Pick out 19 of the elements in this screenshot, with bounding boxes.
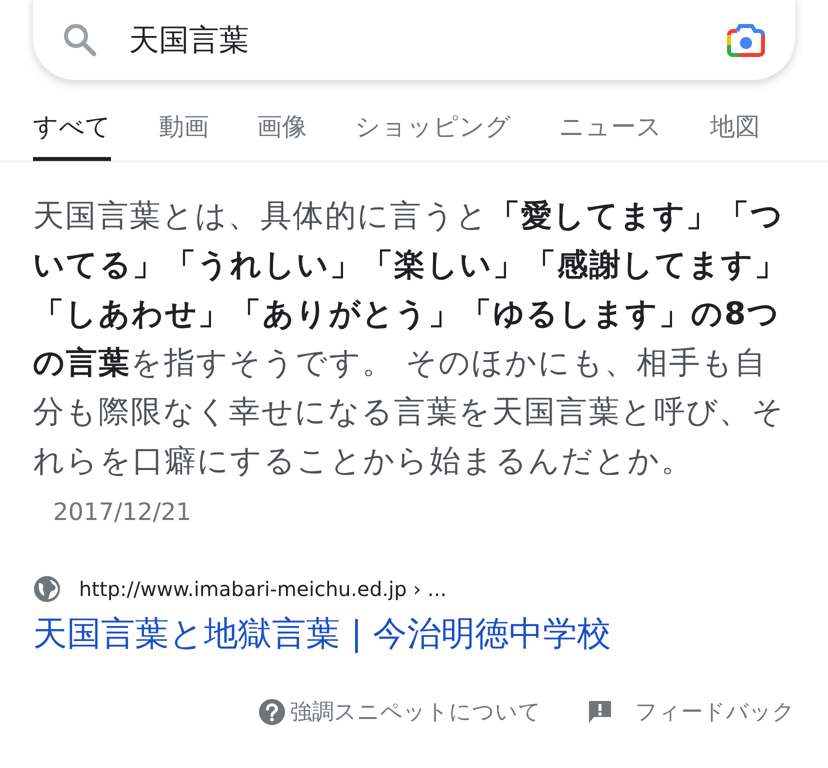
result-url: http://www.imabari-meichu.ed.jp › ... bbox=[79, 577, 447, 601]
snippet-text: 天国言葉とは、具体的に言うと「愛してます」「ついてる」「うれしい」「楽しい」「感謝してます」「しあわせ」「ありがとう」「ゆるします」の8つの言葉を指すそうです。 そのほかにも、相手も自分も際限なく幸せになる言葉を天国言葉と呼び、それらを口癖にすることから始まるんだとか。 bbox=[33, 198, 787, 479]
snippet-date: 2017/12/21 bbox=[53, 498, 192, 526]
result-title-link[interactable]: 天国言葉と地獄言葉 | 今治明徳中学校 bbox=[33, 611, 612, 657]
tab[interactable]: 地図 bbox=[710, 106, 760, 161]
feedback-link[interactable]: フィードバック bbox=[635, 697, 795, 727]
feedback-icon[interactable] bbox=[587, 699, 613, 725]
camera-icon[interactable] bbox=[725, 21, 767, 59]
tab[interactable]: 動画 bbox=[159, 106, 209, 161]
tab[interactable]: すべて bbox=[33, 106, 111, 161]
tab[interactable]: ショッピング bbox=[355, 106, 511, 161]
search-field[interactable]: 天国言葉 bbox=[33, 0, 795, 80]
search-query: 天国言葉 bbox=[129, 22, 250, 60]
tab[interactable]: 画像 bbox=[257, 106, 307, 161]
about-snippets-link[interactable]: 強調スニペットについて bbox=[290, 697, 541, 727]
tab[interactable]: ニュース bbox=[559, 106, 662, 161]
search-icon[interactable] bbox=[61, 21, 99, 59]
help-icon bbox=[258, 698, 286, 726]
globe-icon bbox=[33, 575, 61, 603]
